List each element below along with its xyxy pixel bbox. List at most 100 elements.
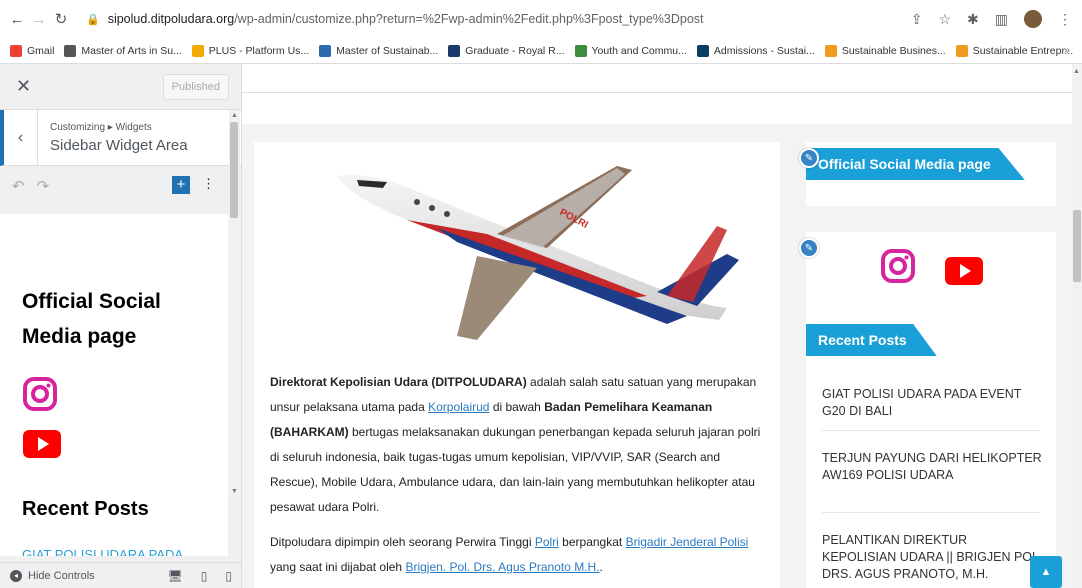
close-icon[interactable]: ✕ [16,76,31,97]
youtube-icon[interactable] [944,256,984,286]
article-paragraph-1: Direktorat Kepolisian Udara (DITPOLUDARA… [270,370,764,520]
article-paragraph-2: Ditpoludara dipimpin oleh seorang Perwir… [270,530,764,580]
back-to-top-button[interactable]: ▲ [1030,556,1062,588]
article-text-2: di bawah [489,400,545,414]
airplane-image: POLRI [337,166,739,340]
youtube-icon[interactable] [22,429,62,459]
star-icon[interactable]: ☆ [938,11,951,28]
recent-post-1[interactable]: GIAT POLISI UDARA PADA EVENT G20 DI BALI [822,386,1042,420]
bookmark-favicon-icon [64,44,77,57]
post-divider [822,512,1040,513]
section-title: Sidebar Widget Area [50,136,188,154]
social-widget-title: Official Social Media page [806,148,1025,180]
customizer-header: ✕ Published [0,64,241,110]
bookmark-label: Sustainable Busines... [841,44,946,57]
customizer-scroll-thumb[interactable] [230,122,238,218]
scroll-up-icon[interactable]: ▲ [1073,68,1080,75]
widget-heading[interactable]: Official Social Media page [22,284,182,354]
edit-pencil-icon[interactable]: ✎ [799,238,819,258]
rank-link[interactable]: Brigadir Jenderal Polisi [626,535,749,549]
bookmark-favicon-icon [191,44,204,57]
scroll-down-icon[interactable]: ▼ [231,488,238,495]
korpolairud-link[interactable]: Korpolairud [428,400,489,414]
menu-dots-icon[interactable]: ⋮ [1058,11,1072,28]
browser-window: ← → ↻ 🔒 sipolud.ditpoludara.org/wp-admin… [0,0,1082,588]
block-toolbar: ↶ ↷ + ⋮ [0,166,241,206]
bookmarks-overflow-icon[interactable]: » [1064,44,1070,56]
bookmark-label: Graduate - Royal R... [465,44,565,57]
redo-icon[interactable]: ↷ [37,177,50,195]
preview-scrollbar[interactable] [1072,64,1082,588]
bookmark-label: Master of Arts in Su... [81,44,182,57]
social-widget-box: Recent Posts GIAT POLISI UDARA PADA EVEN… [806,232,1056,588]
bookmark-favicon-icon [955,44,968,57]
bookmark-item[interactable]: Graduate - Royal R... [448,44,565,57]
recent-posts-title: Recent Posts [806,324,937,356]
preview-scroll-thumb[interactable] [1073,210,1081,282]
bookmark-item[interactable]: Master of Arts in Su... [64,44,182,57]
widget-area-editor[interactable]: Official Social Media page Recent Posts … [0,214,228,556]
url-field[interactable]: 🔒 sipolud.ditpoludara.org/wp-admin/custo… [86,12,704,26]
recent-post-link[interactable]: GIAT POLISI UDARA PADA [22,547,228,556]
preview-divider [242,92,1072,93]
article-card: POLRI Direktorat Kepolisian Udara (DITPO… [254,142,780,588]
profile-avatar[interactable] [1024,10,1042,28]
bookmark-label: PLUS - Platform Us... [208,44,310,57]
bookmark-label: Sustainable Entrepr... [972,44,1074,57]
customizer-panel: ✕ Published ‹ Customizing ▸ Widgets Side… [0,64,242,588]
bookmark-label: Admissions - Sustai... [713,44,815,57]
back-arrow-icon[interactable]: ← [6,11,28,28]
undo-icon[interactable]: ↶ [12,177,25,195]
bookmark-favicon-icon [319,44,332,57]
recent-post-3[interactable]: PELANTIKAN DIREKTUR KEPOLISIAN UDARA || … [822,532,1042,583]
bookmark-item[interactable]: Master of Sustainab... [319,44,439,57]
edit-pencil-icon[interactable]: ✎ [799,148,819,168]
bookmark-item[interactable]: Gmail [10,44,55,57]
instagram-icon[interactable] [22,376,58,412]
instagram-icon[interactable] [880,248,916,284]
bookmark-item[interactable]: Sustainable Busines... [824,44,946,57]
article-text-7: . [599,560,603,574]
section-header: ‹ Customizing ▸ Widgets Sidebar Widget A… [0,110,241,166]
desktop-preview-icon[interactable]: 🖥 [168,569,183,583]
bookmark-label: Gmail [27,44,55,57]
director-link[interactable]: Brigjen. Pol. Drs. Agus Pranoto M.H. [405,560,599,574]
extensions-icon[interactable]: ✱ [967,11,979,28]
preview-top [242,64,1072,124]
chevron-left-icon[interactable]: ‹ [4,110,38,165]
add-block-button[interactable]: + [172,176,190,194]
scroll-up-icon[interactable]: ▲ [231,112,238,119]
bookmark-label: Youth and Commu... [591,44,687,57]
bookmark-item[interactable]: Admissions - Sustai... [696,44,815,57]
mobile-preview-icon[interactable]: ▯ [225,569,232,583]
forward-arrow-icon[interactable]: → [28,11,50,28]
share-icon[interactable]: ⇪ [911,11,923,28]
breadcrumb: Customizing ▸ Widgets [50,121,152,133]
url-host: sipolud.ditpoludara.org [107,12,235,26]
bookmark-label: Master of Sustainab... [336,44,439,57]
article-text-5: berpangkat [558,535,626,549]
bookmark-item[interactable]: Youth and Commu... [574,44,687,57]
bookmark-favicon-icon [10,44,22,57]
tablet-preview-icon[interactable]: ▯ [201,569,208,583]
published-button[interactable]: Published [162,73,229,100]
bookmark-favicon-icon [448,44,461,57]
polri-link[interactable]: Polri [535,535,559,549]
article-text-4: Ditpoludara dipimpin oleh seorang Perwir… [270,535,535,549]
url-path: /wp-admin/customize.php?return=%2Fwp-adm… [234,12,704,26]
options-dots-icon[interactable]: ⋮ [202,176,215,192]
hide-controls-icon[interactable]: ◂ [10,569,22,582]
lock-icon: 🔒 [86,13,100,26]
bookmarks-bar: Gmail Master of Arts in Su... PLUS - Platf… [0,38,1082,64]
site-preview: POLRI Direktorat Kepolisian Udara (DITPO… [242,64,1072,588]
bookmark-item[interactable]: Sustainable Entrepr... [955,44,1074,57]
customizer-footer: ◂ Hide Controls 🖥 ▯ ▯ [0,562,241,588]
recent-post-2[interactable]: TERJUN PAYUNG DARI HELIKOPTER AW169 POLI… [822,450,1042,484]
address-bar: ← → ↻ 🔒 sipolud.ditpoludara.org/wp-admin… [0,0,1082,38]
recent-posts-heading[interactable]: Recent Posts [22,498,228,521]
hide-controls-label[interactable]: Hide Controls [28,570,95,582]
sidepanel-icon[interactable]: ▥ [995,11,1008,28]
bookmark-favicon-icon [824,44,837,57]
bookmark-item[interactable]: PLUS - Platform Us... [191,44,310,57]
reload-icon[interactable]: ↻ [50,10,72,28]
